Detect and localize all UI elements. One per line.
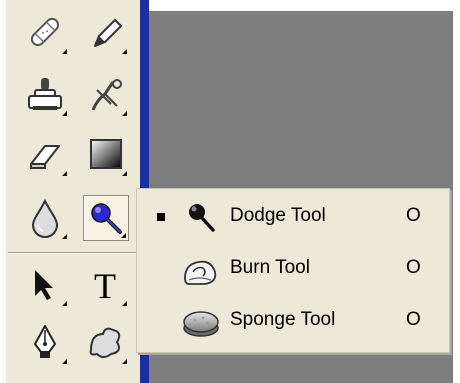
move-tool[interactable] <box>23 262 69 308</box>
dodge-tool[interactable] <box>83 195 129 241</box>
selected-indicator <box>157 213 165 221</box>
toolbox-divider <box>8 252 138 254</box>
submenu-indicator <box>62 171 67 176</box>
dodge-tool-flyout-menu: Dodge Tool O Burn Tool O Sponge Tool O <box>136 188 450 353</box>
submenu-indicator <box>122 171 127 176</box>
menu-item-dodge-tool[interactable]: Dodge Tool O <box>137 193 449 241</box>
dodge-icon <box>189 204 215 232</box>
custom-shape-tool[interactable] <box>83 320 129 366</box>
menu-item-sponge-tool[interactable]: Sponge Tool O <box>137 297 449 345</box>
submenu-indicator <box>122 111 127 116</box>
menu-item-shortcut: O <box>406 257 421 278</box>
clone-stamp-tool[interactable] <box>23 72 69 118</box>
healing-brush-tool[interactable] <box>23 10 69 56</box>
submenu-indicator <box>121 233 126 238</box>
submenu-indicator <box>62 111 67 116</box>
submenu-indicator <box>122 359 127 364</box>
toolbox-panel: T <box>3 0 143 383</box>
submenu-indicator <box>122 49 127 54</box>
sponge-icon <box>183 311 219 337</box>
menu-item-label: Sponge Tool <box>230 309 336 330</box>
type-glyph: T <box>94 266 116 306</box>
submenu-indicator <box>62 49 67 54</box>
eraser-tool[interactable] <box>23 132 69 178</box>
blur-tool[interactable] <box>23 195 69 241</box>
submenu-indicator <box>122 301 127 306</box>
menu-item-shortcut: O <box>406 205 421 226</box>
menu-item-label: Burn Tool <box>230 257 310 278</box>
menu-item-burn-tool[interactable]: Burn Tool O <box>137 245 449 293</box>
pencil-tool[interactable] <box>83 10 129 56</box>
type-tool[interactable]: T <box>83 262 129 308</box>
pen-tool[interactable] <box>23 320 69 366</box>
toolbox-edge <box>3 0 6 383</box>
burn-icon <box>184 260 217 285</box>
photoshop-tools-window: T Dodge Tool O Burn Tool O Sponge Tool O <box>0 0 460 383</box>
history-brush-tool[interactable] <box>83 72 129 118</box>
submenu-indicator <box>62 359 67 364</box>
submenu-indicator <box>62 301 67 306</box>
submenu-indicator <box>62 234 67 239</box>
menu-item-shortcut: O <box>406 309 421 330</box>
menu-item-label: Dodge Tool <box>230 205 326 226</box>
gradient-tool[interactable] <box>83 132 129 178</box>
